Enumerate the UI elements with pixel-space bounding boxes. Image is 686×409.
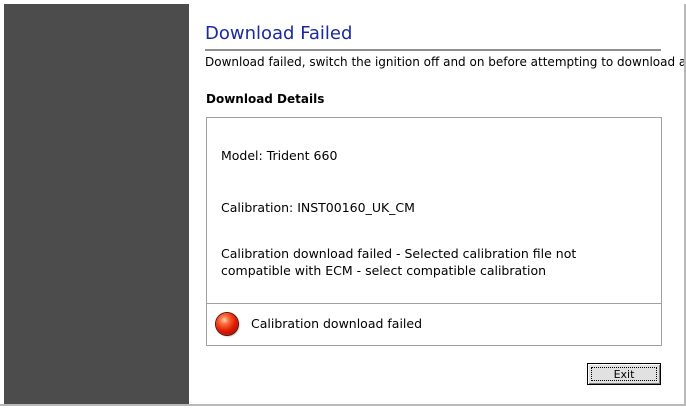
title-divider — [205, 49, 661, 51]
exit-button[interactable]: Exit — [587, 363, 661, 385]
status-text: Calibration download failed — [251, 316, 423, 331]
calibration-text: Calibration: INST00160_UK_CM — [221, 200, 415, 215]
page-title: Download Failed — [205, 23, 353, 44]
exit-button-label: Exit — [613, 367, 635, 381]
download-failed-dialog: Download Failed Download failed, switch … — [0, 0, 686, 409]
red-status-light-icon — [216, 313, 238, 335]
details-panel: Model: Trident 660 Calibration: INST0016… — [206, 117, 662, 346]
model-text: Model: Trident 660 — [221, 148, 338, 163]
main-content: Download Failed Download failed, switch … — [189, 4, 686, 404]
details-heading: Download Details — [206, 92, 325, 106]
page-subtitle: Download failed, switch the ignition off… — [205, 55, 686, 69]
status-row: Calibration download failed — [207, 304, 661, 345]
failure-message: Calibration download failed - Selected c… — [221, 246, 577, 278]
sidebar-panel — [4, 4, 189, 404]
